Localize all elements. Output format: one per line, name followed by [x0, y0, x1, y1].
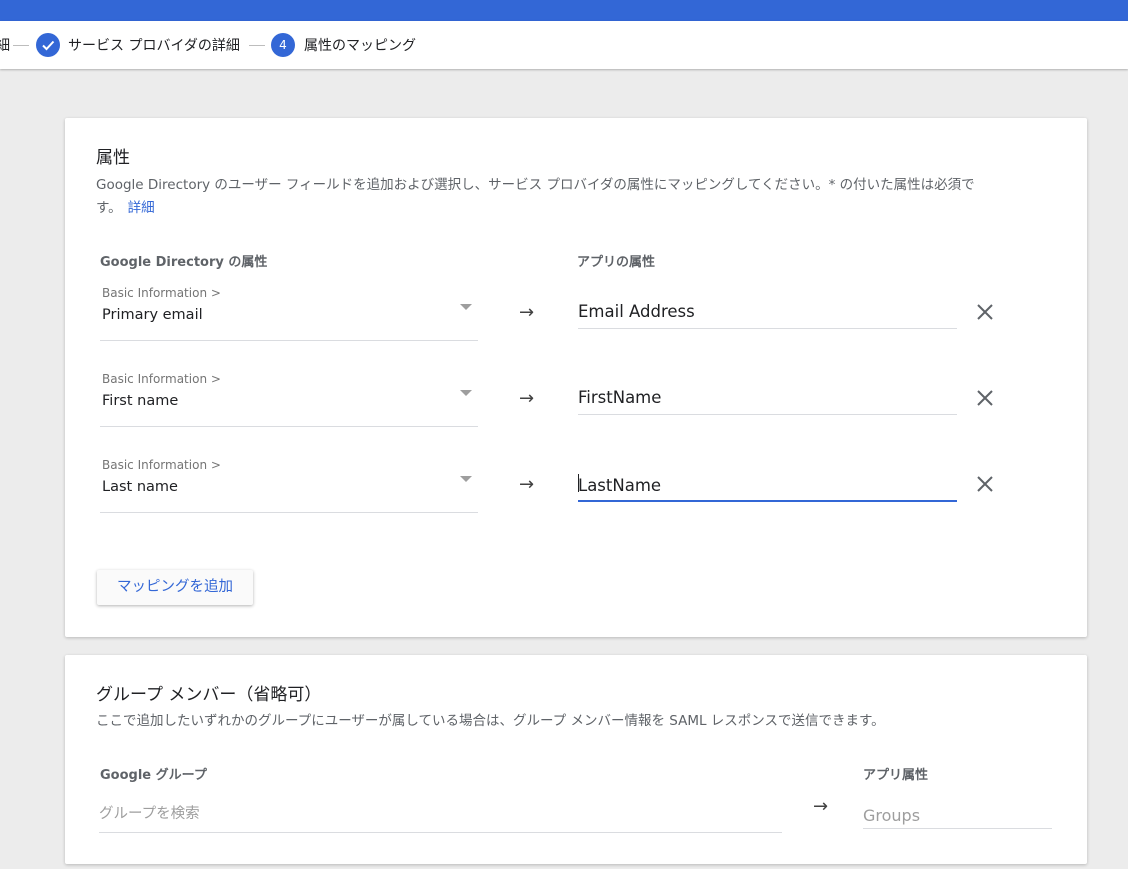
groups-attribute-input[interactable]: Groups	[863, 802, 1052, 829]
attribute-value: Primary email	[102, 307, 203, 323]
check-icon	[42, 40, 55, 51]
attributes-description-line1: Google Directory のユーザー フィールドを追加および選択し、サー…	[96, 177, 975, 193]
group-membership-description: ここで追加したいずれかのグループにユーザーが属している場合は、グループ メンバー…	[96, 713, 885, 729]
google-group-header: Google グループ	[100, 768, 207, 783]
app-attribute-input[interactable]: Email Address	[578, 300, 957, 329]
attribute-category: Basic Information >	[102, 286, 221, 300]
attribute-value: Last name	[102, 479, 178, 495]
details-link[interactable]: 詳細	[128, 200, 155, 216]
directory-attribute-select[interactable]: Basic Information > Primary email	[100, 283, 478, 341]
dropdown-arrow-icon	[460, 476, 472, 482]
close-icon[interactable]	[974, 387, 996, 409]
app-attribute-input[interactable]: LastName	[578, 472, 957, 502]
directory-attribute-select[interactable]: Basic Information > Last name	[100, 455, 478, 513]
add-mapping-button[interactable]: マッピングを追加	[97, 570, 253, 605]
app-attribute-header: アプリの属性	[577, 255, 656, 270]
app-attribute-value: LastName	[578, 476, 662, 495]
step-3-label[interactable]: サービス プロバイダの詳細	[68, 35, 240, 55]
groups-attribute-placeholder: Groups	[863, 806, 921, 825]
app-attribute-value: FirstName	[578, 388, 662, 407]
app-attribute-header: アプリ属性	[863, 768, 929, 783]
directory-attribute-select[interactable]: Basic Information > First name	[100, 369, 478, 427]
attributes-title: 属性	[96, 148, 130, 168]
close-icon[interactable]	[974, 301, 996, 323]
group-search-input[interactable]: グループを検索	[99, 798, 782, 833]
attributes-card: 属性 Google Directory のユーザー フィールドを追加および選択し…	[65, 118, 1087, 637]
step-connector	[13, 45, 29, 46]
app-attribute-input[interactable]: FirstName	[578, 386, 957, 415]
group-membership-card: グループ メンバー（省略可） ここで追加したいずれかのグループにユーザーが属して…	[65, 655, 1087, 864]
text-cursor	[578, 474, 579, 492]
right-arrow-icon: →	[813, 796, 829, 817]
right-arrow-icon: →	[519, 302, 535, 323]
directory-attribute-header: Google Directory の属性	[100, 255, 268, 270]
right-arrow-icon: →	[519, 474, 535, 495]
attributes-description-line2: す。	[96, 200, 122, 216]
stepper: 細 サービス プロバイダの詳細 4 属性のマッピング	[0, 21, 1128, 69]
attribute-category: Basic Information >	[102, 458, 221, 472]
group-search-placeholder: グループを検索	[99, 806, 200, 822]
attributes-description: Google Directory のユーザー フィールドを追加および選択し、サー…	[96, 174, 1061, 220]
dropdown-arrow-icon	[460, 390, 472, 396]
attribute-value: First name	[102, 393, 179, 409]
step-4-number-badge: 4	[271, 33, 295, 57]
app-attribute-value: Email Address	[578, 302, 695, 321]
step-4-label: 属性のマッピング	[304, 38, 416, 54]
top-bar	[0, 0, 1128, 21]
dropdown-arrow-icon	[460, 304, 472, 310]
right-arrow-icon: →	[519, 388, 535, 409]
group-membership-title: グループ メンバー（省略可）	[96, 685, 322, 705]
step-2-label-fragment[interactable]: 細	[0, 35, 10, 55]
attribute-category: Basic Information >	[102, 372, 221, 386]
step-3-complete-badge[interactable]	[36, 33, 60, 57]
step-connector	[249, 45, 265, 46]
close-icon[interactable]	[974, 473, 996, 495]
